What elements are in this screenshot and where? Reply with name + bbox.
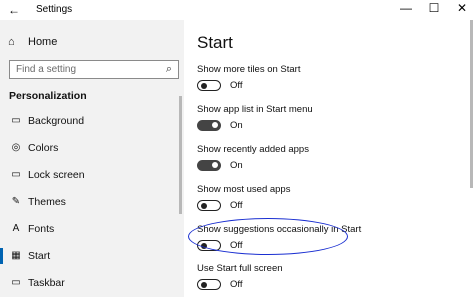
- sidebar-item-label: Colors: [28, 142, 59, 154]
- sidebar-item-label: Start: [28, 250, 51, 262]
- sidebar-item-lock-screen[interactable]: ▭ Lock screen: [0, 165, 184, 187]
- recently-added-toggle[interactable]: [197, 160, 221, 171]
- brush-icon: ✎: [11, 196, 21, 207]
- setting-label: Use Start full screen: [197, 263, 283, 274]
- sidebar-item-fonts[interactable]: A Fonts: [0, 219, 184, 241]
- palette-icon: ◎: [11, 142, 21, 153]
- search-icon: ⌕: [165, 63, 172, 75]
- selection-indicator: [0, 248, 3, 264]
- page-title: Start: [197, 33, 233, 52]
- taskbar-icon: ▭: [11, 277, 21, 288]
- toggle-knob: [201, 82, 207, 89]
- search-placeholder: Find a setting: [16, 64, 77, 75]
- setting-label: Show more tiles on Start: [197, 64, 301, 75]
- minimize-button[interactable]: —: [396, 1, 416, 15]
- close-button[interactable]: ✕: [452, 1, 472, 15]
- most-used-toggle[interactable]: [197, 200, 221, 211]
- toggle-knob: [212, 122, 218, 128]
- back-arrow-icon[interactable]: ←: [8, 3, 20, 17]
- more-tiles-toggle[interactable]: [197, 80, 221, 91]
- main-scrollbar[interactable]: [470, 20, 473, 188]
- sidebar-item-label: Fonts: [28, 223, 55, 235]
- sidebar-item-start[interactable]: ▦ Start: [0, 246, 184, 268]
- sidebar-item-themes[interactable]: ✎ Themes: [0, 192, 184, 214]
- sidebar-scrollbar[interactable]: [179, 96, 182, 214]
- sidebar-item-label: Themes: [28, 196, 66, 208]
- sidebar-item-label: Lock screen: [28, 169, 85, 181]
- background-icon: ▭: [11, 115, 21, 126]
- section-title: Personalization: [9, 90, 87, 102]
- toggle-knob: [212, 162, 218, 168]
- search-input[interactable]: Find a setting ⌕: [9, 60, 179, 79]
- sidebar-item-colors[interactable]: ◎ Colors: [0, 138, 184, 160]
- full-screen-toggle[interactable]: [197, 279, 221, 290]
- annotation-circle: [188, 218, 348, 255]
- app-list-toggle[interactable]: [197, 120, 221, 131]
- sidebar-item-taskbar[interactable]: ▭ Taskbar: [0, 273, 184, 295]
- toggle-state: On: [230, 160, 243, 171]
- setting-label: Show most used apps: [197, 184, 291, 195]
- toggle-state: Off: [230, 279, 243, 290]
- toggle-state: Off: [230, 200, 243, 211]
- home-label: Home: [28, 36, 58, 48]
- home-icon: ⌂: [8, 36, 15, 48]
- home-link[interactable]: ⌂ Home: [8, 36, 57, 48]
- sidebar: ⌂ Home Find a setting ⌕ Personalization …: [0, 20, 184, 297]
- lock-screen-icon: ▭: [11, 169, 21, 180]
- maximize-button[interactable]: ☐: [424, 1, 444, 15]
- font-icon: A: [12, 223, 20, 234]
- setting-label: Show recently added apps: [197, 144, 309, 155]
- sidebar-item-label: Taskbar: [28, 277, 65, 289]
- main-panel: Start Show more tiles on Start Off Show …: [184, 20, 474, 297]
- title-bar: ← Settings — ☐ ✕: [0, 0, 474, 20]
- start-icon: ▦: [11, 250, 21, 261]
- toggle-state: On: [230, 120, 243, 131]
- sidebar-item-label: Background: [28, 115, 85, 127]
- toggle-knob: [201, 202, 207, 209]
- toggle-knob: [201, 281, 207, 288]
- window-title: Settings: [36, 4, 73, 15]
- sidebar-item-background[interactable]: ▭ Background: [0, 111, 184, 133]
- setting-label: Show app list in Start menu: [197, 104, 313, 115]
- toggle-state: Off: [230, 80, 243, 91]
